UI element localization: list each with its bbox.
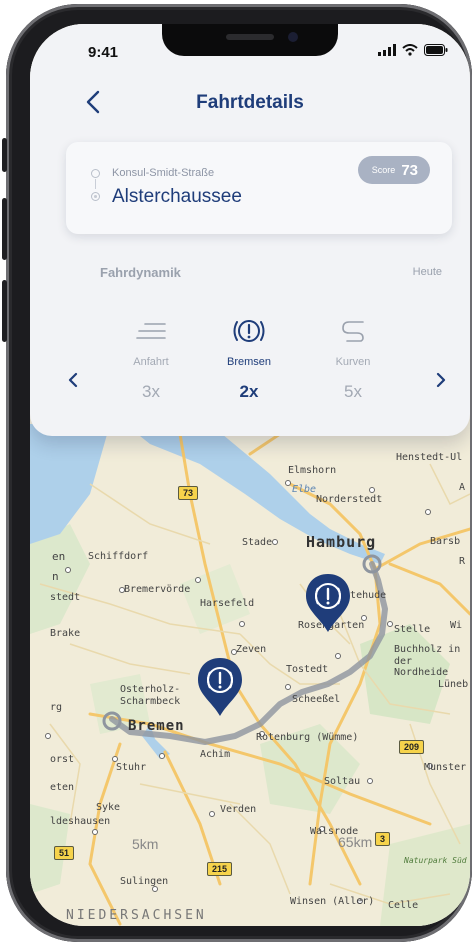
trip-details-panel: 9:41 Fahrtdetails Konsul-Smidt-Straße Al… bbox=[30, 24, 470, 436]
map-label: Bremen bbox=[128, 718, 185, 734]
metric-count: 5x bbox=[344, 382, 362, 401]
map-label: der Nordheide bbox=[394, 656, 449, 678]
map-label: R bbox=[459, 556, 466, 567]
metric-count: 3x bbox=[142, 382, 160, 401]
map-label: Bremervörde bbox=[124, 584, 191, 595]
battery-icon bbox=[424, 44, 448, 56]
map-label: Tostedt bbox=[286, 664, 329, 675]
notch bbox=[162, 24, 338, 56]
metric-bremsen[interactable]: Bremsen 2x bbox=[204, 314, 294, 402]
map-label: Elmshorn bbox=[288, 465, 337, 476]
map-label: en bbox=[52, 550, 66, 563]
map-label: Verden bbox=[220, 804, 257, 815]
previous-metric-button[interactable] bbox=[68, 372, 86, 394]
metric-name: Anfahrt bbox=[133, 356, 169, 368]
map-label: Soltau bbox=[324, 776, 361, 787]
route-destination: Alsterchaussee bbox=[112, 186, 242, 207]
route-origin: Konsul-Smidt-Straße bbox=[112, 167, 215, 179]
map-label: Stuhr bbox=[116, 762, 147, 773]
period-filter[interactable]: Heute bbox=[413, 266, 442, 278]
metric-name: Kurven bbox=[335, 356, 371, 368]
page-title: Fahrtdetails bbox=[196, 92, 304, 113]
map-label: Stade bbox=[242, 537, 273, 548]
map-label: Winsen (Aller) bbox=[290, 896, 375, 907]
map-label: Scheeßel bbox=[292, 694, 341, 705]
map-label: Henstedt-Ul bbox=[396, 452, 463, 463]
map-label: Buchholz in bbox=[394, 644, 461, 655]
brake-event-pin[interactable] bbox=[304, 572, 352, 634]
map-label: Hamburg bbox=[306, 533, 377, 551]
map-label: Naturpark Süd bbox=[404, 856, 467, 865]
map-label: Norderstedt bbox=[316, 494, 383, 505]
metric-count: 2x bbox=[239, 382, 259, 401]
destination-marker-icon bbox=[91, 192, 100, 201]
map-label: Brake bbox=[50, 628, 81, 639]
map-label: Wi bbox=[450, 620, 463, 631]
map-label: Lüneb bbox=[438, 679, 469, 690]
brake-event-pin[interactable] bbox=[196, 656, 244, 718]
map-label: n bbox=[52, 570, 59, 583]
route-connector bbox=[95, 179, 96, 189]
acceleration-lines-icon bbox=[136, 323, 166, 339]
score-label: Score bbox=[371, 165, 396, 175]
map-label: Elbe bbox=[292, 484, 317, 495]
map-label: Barsb bbox=[430, 536, 461, 547]
side-button bbox=[2, 280, 7, 342]
wifi-icon bbox=[402, 44, 418, 56]
metric-kurven[interactable]: Kurven 5x bbox=[308, 314, 398, 402]
map-label: Achim bbox=[200, 749, 231, 760]
phone-screen: 73 209 51 215 3 Elmshorn Elbe Nordersted… bbox=[30, 24, 470, 926]
metric-name: Bremsen bbox=[226, 356, 272, 368]
map-label: Munster bbox=[424, 762, 467, 773]
map-label: 5km bbox=[132, 836, 159, 852]
map-label: Rotenburg (Wümme) bbox=[256, 732, 359, 743]
map-label: NIEDERSACHSEN bbox=[66, 908, 207, 923]
signal-icon bbox=[378, 44, 396, 56]
map-label: Stelle bbox=[394, 624, 431, 635]
metric-anfahrt[interactable]: Anfahrt 3x bbox=[106, 314, 196, 402]
map-label: Syke bbox=[96, 802, 121, 813]
map-label: rg bbox=[50, 702, 63, 713]
score-value: 73 bbox=[401, 161, 418, 179]
map-label: ldeshausen bbox=[50, 816, 111, 827]
map-label: Sulingen bbox=[120, 876, 169, 887]
map-label: Schiffdorf bbox=[88, 551, 149, 562]
side-button bbox=[2, 138, 7, 172]
route-card[interactable]: Konsul-Smidt-Straße Alsterchaussee Score… bbox=[66, 142, 452, 234]
side-button bbox=[2, 198, 7, 260]
map-label: Zeven bbox=[236, 644, 267, 655]
brake-warning-icon bbox=[233, 320, 265, 342]
map-label: A bbox=[459, 482, 466, 493]
map-label: Osterholz- bbox=[120, 684, 181, 695]
next-metric-button[interactable] bbox=[436, 372, 454, 394]
map-label: Celle bbox=[388, 900, 419, 911]
status-bar: 9:41 bbox=[30, 24, 470, 74]
map-label: stedt bbox=[50, 592, 81, 603]
map-label: Harsefeld bbox=[200, 598, 255, 609]
map-label: eten bbox=[50, 782, 75, 793]
status-time: 9:41 bbox=[88, 44, 119, 61]
map-label: Scharmbeck bbox=[120, 696, 181, 707]
map-label: orst bbox=[50, 754, 75, 765]
score-badge: Score 73 bbox=[357, 156, 430, 184]
chevron-left-icon bbox=[68, 372, 78, 388]
section-title: Fahrdynamik bbox=[100, 265, 181, 280]
map-label: 65km bbox=[338, 834, 373, 850]
chevron-right-icon bbox=[436, 372, 446, 388]
curve-icon bbox=[342, 321, 364, 342]
origin-marker-icon bbox=[91, 169, 100, 178]
